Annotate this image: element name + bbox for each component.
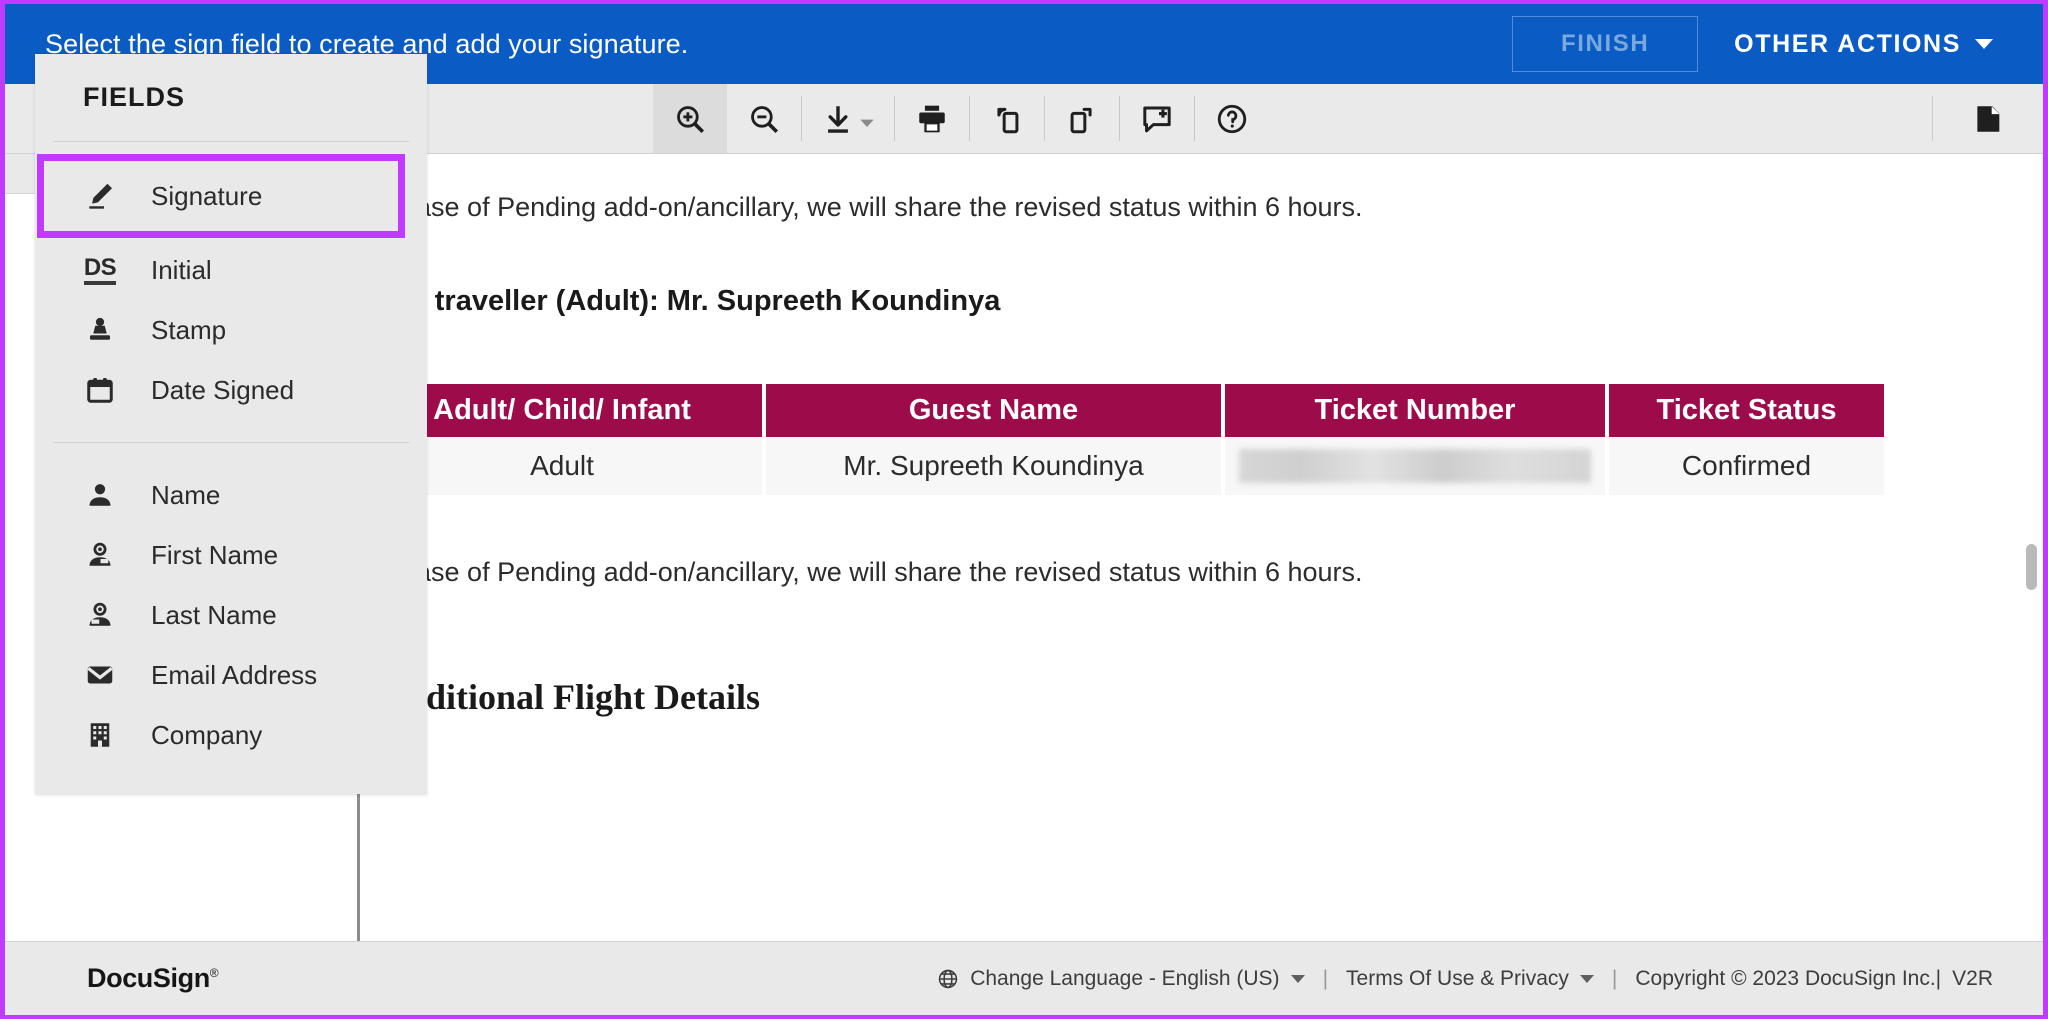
rotate-left-button[interactable] <box>970 84 1044 153</box>
field-item-signature[interactable]: Signature <box>37 154 405 238</box>
document-traveller-line: For traveller (Adult): Mr. Supreeth Koun… <box>380 285 1001 317</box>
other-actions-label: OTHER ACTIONS <box>1734 29 1961 58</box>
pen-signature-icon <box>83 179 117 213</box>
docusign-logo: DocuSign® <box>87 963 219 993</box>
docusign-logo-text: DocuSign <box>87 963 210 993</box>
page-view-button[interactable] <box>1933 84 2043 153</box>
zoom-out-button[interactable] <box>727 84 801 153</box>
document-page: n case of Pending add-on/ancillary, we w… <box>357 164 1977 985</box>
vertical-scroll-thumb[interactable] <box>2026 544 2037 590</box>
page-footer: DocuSign® Change Language - English (US)… <box>5 941 2043 1015</box>
person-icon <box>83 478 117 512</box>
field-label: Name <box>151 479 221 510</box>
cell-ticket-status: Confirmed <box>1609 437 1884 495</box>
footer-links: Change Language - English (US) | Terms O… <box>921 967 2009 991</box>
person-last-icon <box>83 598 117 632</box>
document-content: n case of Pending add-on/ancillary, we w… <box>362 164 1960 718</box>
copyright-notice: Copyright © 2023 DocuSign Inc.| V2R <box>1619 967 2009 991</box>
signature-fields-group: Signature DS Initial Stamp Date Signed <box>35 142 427 420</box>
field-item-company[interactable]: Company <box>35 705 427 765</box>
download-icon <box>828 105 848 133</box>
download-button[interactable] <box>802 84 894 153</box>
zoom-in-button[interactable] <box>653 84 727 153</box>
field-label: Last Name <box>151 599 277 630</box>
column-header-ticket-number: Ticket Number <box>1225 384 1605 437</box>
chevron-down-icon <box>1579 974 1594 983</box>
field-item-email-address[interactable]: Email Address <box>35 645 427 705</box>
info-fields-group: Name First Name Last Name Email Address … <box>35 443 427 765</box>
terms-label: Terms Of Use & Privacy <box>1346 966 1569 990</box>
table-header-row: Adult/ Child/ Infant Guest Name Ticket N… <box>362 384 1884 437</box>
finish-button[interactable]: FINISH <box>1512 16 1699 72</box>
footer-separator: | <box>1611 966 1618 990</box>
change-language-label: Change Language - English (US) <box>970 966 1280 990</box>
toolbar-right-group <box>1932 84 2043 153</box>
document-section-heading: Additional Flight Details <box>380 677 761 717</box>
cell-ticket-number <box>1225 437 1605 495</box>
field-label: First Name <box>151 539 279 570</box>
field-label: Initial <box>151 254 212 285</box>
docusign-signing-window: Select the sign field to create and add … <box>0 0 2048 1019</box>
redacted-ticket-number <box>1239 449 1591 483</box>
terms-of-use-menu[interactable]: Terms Of Use & Privacy <box>1330 967 1610 991</box>
help-button[interactable] <box>1195 84 1269 153</box>
zoom-out-icon <box>751 105 779 133</box>
person-first-icon <box>83 538 117 572</box>
vertical-scrollbar[interactable] <box>2025 154 2037 985</box>
print-icon <box>919 105 945 132</box>
change-language-menu[interactable]: Change Language - English (US) <box>921 967 1320 991</box>
field-item-date-signed[interactable]: Date Signed <box>35 360 427 420</box>
field-label: Signature <box>151 180 263 211</box>
help-icon <box>1217 104 1247 133</box>
add-comment-icon <box>1143 105 1171 132</box>
ticket-table: Adult/ Child/ Infant Guest Name Ticket N… <box>358 384 1888 495</box>
zoom-in-icon <box>677 105 705 133</box>
field-item-name[interactable]: Name <box>35 465 427 525</box>
version-text: V2R <box>1952 966 1993 990</box>
globe-icon <box>938 969 958 988</box>
field-label: Date Signed <box>151 374 295 405</box>
chevron-down-icon <box>860 119 874 127</box>
banner-actions: FINISH OTHER ACTIONS <box>1512 16 2015 72</box>
print-button[interactable] <box>895 84 969 153</box>
field-item-first-name[interactable]: First Name <box>35 525 427 585</box>
copyright-text: Copyright © 2023 DocuSign Inc.| <box>1635 966 1942 990</box>
field-label: Company <box>151 719 263 750</box>
chevron-down-icon <box>1975 39 1993 49</box>
envelope-icon <box>83 658 117 692</box>
ds-initial-icon: DS <box>83 253 117 287</box>
building-icon <box>83 718 117 752</box>
fields-panel: FIELDS Signature DS Initial Stamp Date S… <box>35 54 427 794</box>
table-row: Adult Mr. Supreeth Koundinya Confirmed <box>362 437 1884 495</box>
rotate-right-button[interactable] <box>1045 84 1119 153</box>
field-label: Stamp <box>151 314 227 345</box>
chevron-down-icon <box>1290 974 1305 983</box>
cell-guest-name: Mr. Supreeth Koundinya <box>766 437 1221 495</box>
rotate-right-icon <box>1070 107 1092 133</box>
document-notice-top: n case of Pending add-on/ancillary, we w… <box>380 192 1363 222</box>
page-view-icon <box>1977 105 2000 132</box>
field-item-last-name[interactable]: Last Name <box>35 585 427 645</box>
field-item-stamp[interactable]: Stamp <box>35 300 427 360</box>
rotate-left-icon <box>997 107 1019 133</box>
column-header-ticket-status: Ticket Status <box>1609 384 1884 437</box>
footer-separator: | <box>1322 966 1329 990</box>
add-comment-button[interactable] <box>1120 84 1194 153</box>
field-label: Email Address <box>151 659 318 690</box>
stamp-icon <box>83 313 117 347</box>
fields-panel-title: FIELDS <box>83 82 186 112</box>
column-header-guest-name: Guest Name <box>766 384 1221 437</box>
field-item-initial[interactable]: DS Initial <box>35 240 427 300</box>
calendar-icon <box>83 373 117 407</box>
other-actions-menu[interactable]: OTHER ACTIONS <box>1724 30 2015 59</box>
document-notice-bottom: n case of Pending add-on/ancillary, we w… <box>380 557 1363 587</box>
